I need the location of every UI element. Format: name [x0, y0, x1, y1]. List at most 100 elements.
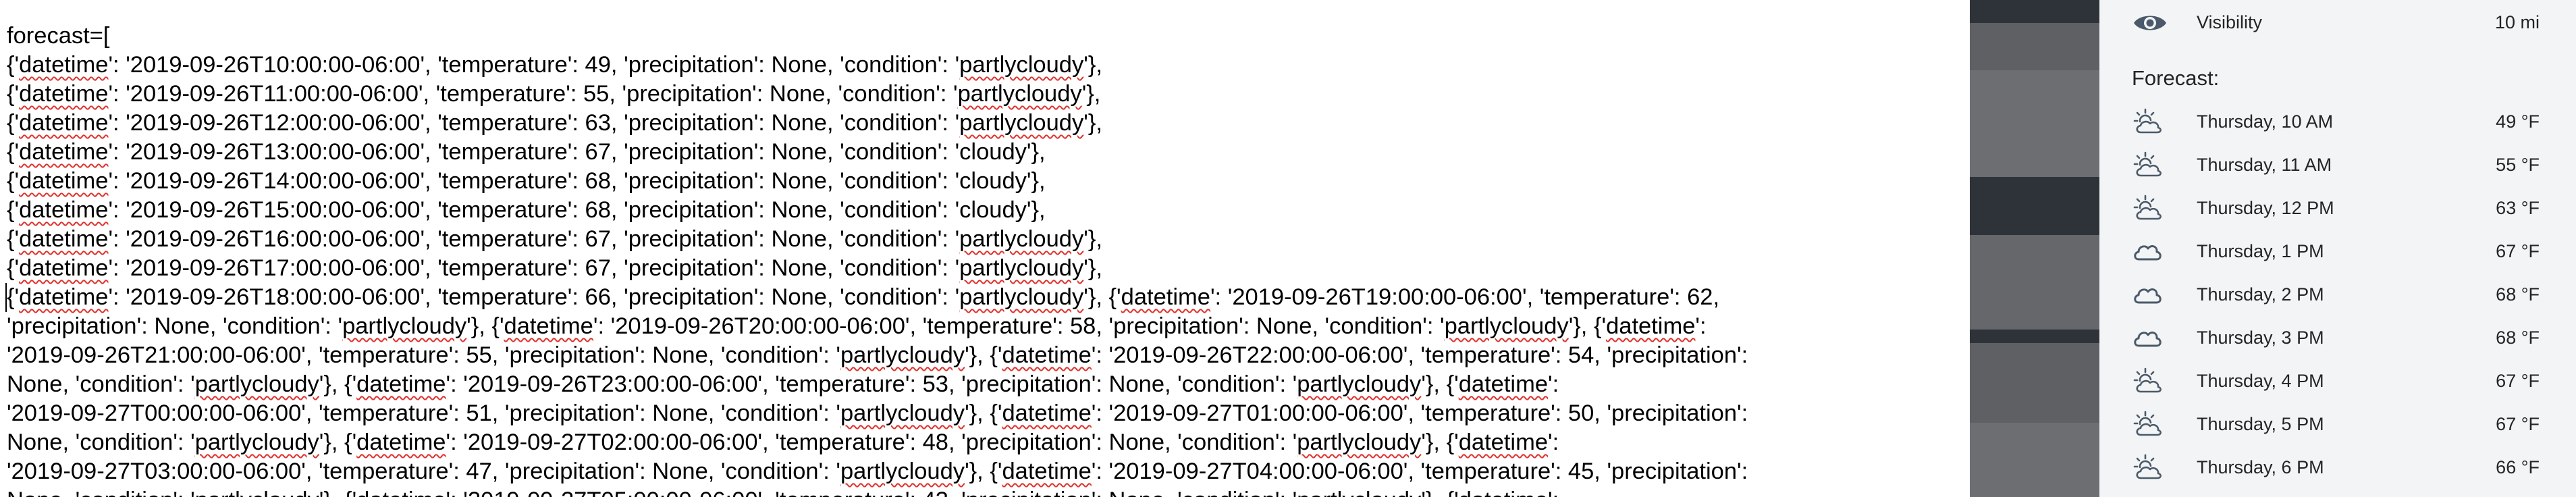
editor-line[interactable]: '2019-09-27T00:00:00-06:00', 'temperatur… [7, 399, 1937, 428]
strip-band [1970, 423, 2099, 497]
editor-text: '}, {' [1083, 284, 1121, 310]
editor-text: ': [1548, 429, 1559, 455]
misspelled-word: partlycloudy [194, 371, 319, 397]
editor-text: ': '2019-09-27T04:00:00-06:00', 'tempera… [1091, 459, 1748, 484]
misspelled-word: datetime [1002, 342, 1092, 368]
forecast-time: Thursday, 5 PM [2197, 414, 2324, 434]
editor-line[interactable]: forecast=[ [7, 22, 1937, 51]
editor-line[interactable]: {'datetime': '2019-09-26T16:00:00-06:00'… [7, 225, 1937, 254]
background-window-strip [1970, 0, 2099, 497]
editor-line[interactable]: '2019-09-27T03:00:00-06:00', 'temperatur… [7, 457, 1937, 486]
forecast-row: Thursday, 12 PM 63 °F [2099, 186, 2576, 230]
misspelled-word: datetime [19, 284, 109, 310]
strip-dark-band [1970, 330, 2099, 343]
forecast-temperature: 67 °F [2496, 371, 2540, 391]
forecast-time: Thursday, 3 PM [2197, 328, 2324, 348]
editor-line[interactable]: {'datetime': '2019-09-26T17:00:00-06:00'… [7, 254, 1937, 283]
forecast-temperature: 67 °F [2496, 414, 2540, 434]
weather-details-panel: Visibility 10 mi Forecast: Thursday, 10 … [2099, 0, 2576, 497]
editor-text: '}, [1083, 52, 1102, 78]
partly-cloudy-icon [2132, 367, 2163, 396]
editor-line[interactable]: {'datetime': '2019-09-26T11:00:00-06:00'… [7, 80, 1937, 109]
editor-text: {' [7, 139, 20, 165]
editor-line[interactable]: {'datetime': '2019-09-26T10:00:00-06:00'… [7, 51, 1937, 80]
misspelled-word: partlycloudy [840, 400, 965, 426]
editor-text: {' [7, 52, 20, 78]
misspelled-word: partlycloudy [959, 52, 1084, 78]
forecast-time: Thursday, 1 PM [2197, 241, 2324, 261]
misspelled-word: datetime [1459, 488, 1548, 497]
strip-band [1970, 70, 2099, 177]
misspelled-word: datetime [19, 226, 109, 252]
editor-text: {' [7, 197, 20, 223]
editor-text: ': '2019-09-26T17:00:00-06:00', 'tempera… [108, 255, 960, 281]
text-editor[interactable]: forecast=[{'datetime': '2019-09-26T10:00… [0, 0, 1946, 497]
misspelled-word: datetime [1121, 284, 1210, 310]
editor-text: None, 'condition': ' [7, 371, 195, 397]
editor-line[interactable]: 'precipitation': None, 'condition': 'par… [7, 312, 1937, 341]
forecast-row: Thursday, 5 PM 67 °F [2099, 402, 2576, 446]
misspelled-word: partlycloudy [1297, 371, 1422, 397]
misspelled-word: partlycloudy [195, 488, 319, 497]
editor-text: ': [1548, 371, 1559, 397]
forecast-time: Thursday, 6 PM [2197, 457, 2324, 477]
forecast-row: Thursday, 2 PM 68 °F [2099, 273, 2576, 316]
misspelled-word: partlycloudy [957, 81, 1082, 107]
forecast-temperature: 55 °F [2496, 155, 2540, 175]
misspelled-word: datetime [19, 139, 109, 165]
misspelled-word: datetime [19, 81, 109, 107]
misspelled-word: datetime [19, 197, 109, 223]
editor-line[interactable]: None, 'condition': 'partlycloudy'}, {'da… [7, 370, 1937, 399]
editor-line[interactable]: {'datetime': '2019-09-26T15:00:00-06:00'… [7, 196, 1937, 225]
partly-cloudy-icon [2132, 194, 2163, 223]
partly-cloudy-icon [2132, 108, 2163, 136]
editor-text: ': '2019-09-26T14:00:00-06:00', 'tempera… [108, 168, 1046, 194]
misspelled-word: partlycloudy [1297, 488, 1421, 497]
editor-line[interactable]: {'datetime': '2019-09-26T13:00:00-06:00'… [7, 138, 1937, 167]
editor-text: '}, {' [319, 488, 356, 497]
editor-line[interactable]: {'datetime': '2019-09-26T14:00:00-06:00'… [7, 167, 1937, 196]
editor-text: ': '2019-09-26T19:00:00-06:00', 'tempera… [1210, 284, 1720, 310]
forecast-temperature: 66 °F [2496, 457, 2540, 477]
editor-line[interactable]: None, 'condition': 'partlycloudy'}, {'da… [7, 428, 1937, 457]
editor-text: ': '2019-09-26T11:00:00-06:00', 'tempera… [108, 81, 958, 107]
editor-text: '}, {' [319, 371, 357, 397]
visibility-label: Visibility [2197, 12, 2263, 32]
editor-text: {' [7, 168, 20, 194]
editor-text: ': '2019-09-26T13:00:00-06:00', 'tempera… [108, 139, 1046, 165]
misspelled-word: partlycloudy [840, 459, 965, 484]
editor-line[interactable]: {'datetime': '2019-09-26T18:00:00-06:00'… [5, 283, 1937, 312]
forecast-heading: Forecast: [2132, 66, 2220, 90]
editor-text: ': '2019-09-27T01:00:00-06:00', 'tempera… [1091, 400, 1748, 426]
editor-line[interactable]: None, 'condition': 'partlycloudy'}, {'da… [7, 486, 1937, 497]
cloud-icon [2132, 238, 2163, 266]
eye-icon [2132, 10, 2168, 36]
misspelled-word: partlycloudy [959, 255, 1084, 281]
forecast-row: Thursday, 11 AM 55 °F [2099, 143, 2576, 186]
editor-line[interactable]: '2019-09-26T21:00:00-06:00', 'temperatur… [7, 341, 1937, 370]
editor-content[interactable]: forecast=[{'datetime': '2019-09-26T10:00… [5, 22, 1937, 497]
editor-text: ': '2019-09-26T22:00:00-06:00', 'tempera… [1091, 342, 1748, 368]
misspelled-word: datetime [504, 313, 593, 339]
misspelled-word: partlycloudy [1297, 429, 1422, 455]
cloud-icon [2132, 281, 2163, 309]
editor-text: '2019-09-27T03:00:00-06:00', 'temperatur… [7, 459, 840, 484]
editor-text: '}, {' [965, 459, 1002, 484]
editor-line[interactable]: {'datetime': '2019-09-26T12:00:00-06:00'… [7, 109, 1937, 138]
editor-text: '}, [1083, 255, 1102, 281]
misspelled-word: datetime [356, 488, 446, 497]
editor-text: '}, {' [319, 429, 357, 455]
misspelled-word: datetime [1458, 429, 1549, 455]
forecast-row: Thursday, 10 AM 49 °F [2099, 100, 2576, 143]
editor-text: '}, [1083, 226, 1102, 252]
forecast-row: Thursday, 4 PM 67 °F [2099, 359, 2576, 402]
editor-text: '2019-09-27T00:00:00-06:00', 'temperatur… [7, 400, 840, 426]
misspelled-word: datetime [356, 371, 446, 397]
misspelled-word: partlycloudy [959, 284, 1084, 310]
editor-text: '}, {' [466, 313, 504, 339]
editor-text: ': '2019-09-26T16:00:00-06:00', 'tempera… [108, 226, 960, 252]
editor-text: ': '2019-09-26T20:00:00-06:00', 'tempera… [593, 313, 1445, 339]
partly-cloudy-icon [2132, 411, 2163, 439]
editor-text: '}, {' [1421, 488, 1458, 497]
editor-text: None, 'condition': ' [7, 488, 195, 497]
